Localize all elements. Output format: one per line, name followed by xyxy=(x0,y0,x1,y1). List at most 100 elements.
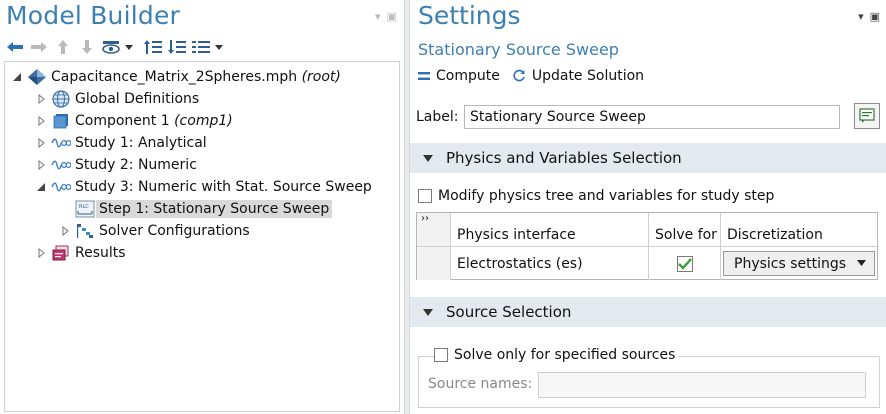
physics-variables-section-header[interactable]: Physics and Variables Selection xyxy=(410,143,886,173)
column-header-solve-for[interactable]: Solve for xyxy=(649,213,721,247)
section-collapse-triangle-icon[interactable] xyxy=(410,308,446,316)
label-input[interactable] xyxy=(464,105,840,129)
tree-item-results[interactable]: Results xyxy=(35,242,126,264)
model-builder-title: Model Builder xyxy=(6,1,181,30)
tree-item-label: Capacitance_Matrix_2Spheres.mph xyxy=(51,69,298,85)
tree-item-component-1[interactable]: Component 1 (comp1) xyxy=(35,110,233,132)
table-row-gutter[interactable] xyxy=(417,247,451,280)
tree-item-label: Solver Configurations xyxy=(99,223,250,239)
stationary-source-sweep-icon: RLC xyxy=(75,199,95,219)
tree-item-label: Study 3: Numeric with Stat. Source Sweep xyxy=(75,179,372,195)
solve-only-checkbox-row[interactable]: Solve only for specified sources xyxy=(434,347,680,363)
settings-title: Settings xyxy=(418,1,521,30)
tree-collapsed-arrow-icon[interactable] xyxy=(35,110,47,132)
tree-collapsed-arrow-icon[interactable] xyxy=(35,88,47,110)
view-menu-icon[interactable]: ▾ xyxy=(858,10,864,23)
solver-configurations-icon xyxy=(75,221,95,241)
solve-only-checkbox[interactable] xyxy=(434,348,448,362)
settings-window-controls: ▾ ▣ xyxy=(852,10,880,23)
modify-physics-checkbox[interactable] xyxy=(418,189,432,203)
tree-item-step-1-stationary-source-sweep[interactable]: RLC Step 1: Stationary Source Sweep xyxy=(59,198,333,220)
tree-collapsed-arrow-icon[interactable] xyxy=(35,242,47,264)
move-up-icon[interactable] xyxy=(52,36,74,58)
discretization-select-value: Physics settings xyxy=(734,255,847,272)
tree-item-suffix: (root) xyxy=(301,69,341,85)
label-caption: Label: xyxy=(416,109,459,125)
component-icon xyxy=(51,111,71,131)
tree-item-label: Results xyxy=(75,245,126,261)
tree-item-label: Study 2: Numeric xyxy=(75,157,197,173)
pin-icon[interactable]: ▣ xyxy=(870,10,880,23)
study-icon xyxy=(51,177,71,197)
study-icon xyxy=(51,133,71,153)
settings-panel: Settings ▾ ▣ Stationary Source Sweep Comp… xyxy=(410,0,886,414)
physics-variables-section-title: Physics and Variables Selection xyxy=(446,149,682,167)
tree-item-label: Global Definitions xyxy=(75,91,200,107)
discretization-select[interactable]: Physics settings xyxy=(723,251,875,276)
tree-item-study-3[interactable]: Study 3: Numeric with Stat. Source Sweep xyxy=(35,176,372,198)
tree-item-label: Component 1 xyxy=(75,113,170,129)
modify-physics-checkbox-row[interactable]: Modify physics tree and variables for st… xyxy=(418,188,774,204)
model-builder-toolbar xyxy=(4,36,232,58)
label-row: Label: xyxy=(416,104,880,130)
model-tree: Capacitance_Matrix_2Spheres.mph (root) G… xyxy=(4,61,400,412)
source-selection-section-title: Source Selection xyxy=(446,303,572,321)
forward-arrow-icon[interactable] xyxy=(28,36,50,58)
compute-button[interactable]: Compute xyxy=(418,68,500,84)
model-builder-window-controls: ▾ ▣ xyxy=(369,10,397,23)
model-builder-panel: Model Builder ▾ ▣ Capacitance_Matrix_2Sp… xyxy=(0,0,404,414)
source-selection-section-header[interactable]: Source Selection xyxy=(410,297,886,327)
physics-interface-table: ›› Physics interface Solve for Discretiz… xyxy=(416,212,879,280)
update-solution-label: Update Solution xyxy=(531,68,645,84)
tree-collapsed-arrow-icon[interactable] xyxy=(59,220,71,242)
note-icon xyxy=(859,108,875,123)
label-edit-button[interactable] xyxy=(854,103,880,129)
tree-collapsed-arrow-icon[interactable] xyxy=(35,154,47,176)
source-names-label: Source names: xyxy=(428,376,533,392)
tree-collapsed-arrow-icon[interactable] xyxy=(35,132,47,154)
table-cell-solve-for xyxy=(649,247,721,280)
pin-icon[interactable]: ▣ xyxy=(387,10,397,23)
solve-only-checkbox-label: Solve only for specified sources xyxy=(454,347,676,363)
tree-item-solver-configurations[interactable]: Solver Configurations xyxy=(59,220,250,242)
settings-toolbar: Compute Update Solution xyxy=(418,66,656,86)
tree-item-suffix: (comp1) xyxy=(174,113,233,129)
source-names-input[interactable] xyxy=(538,372,866,398)
settings-subtitle: Stationary Source Sweep xyxy=(418,40,619,59)
node-text-dropdown-chevron-icon[interactable] xyxy=(214,36,224,58)
table-cell-physics-interface: Electrostatics (es) xyxy=(451,247,649,280)
show-eye-icon[interactable] xyxy=(100,36,122,58)
move-down-icon[interactable] xyxy=(76,36,98,58)
back-arrow-icon[interactable] xyxy=(4,36,26,58)
study-icon xyxy=(51,155,71,175)
checkmark-icon xyxy=(677,257,692,270)
tree-expanded-arrow-icon[interactable] xyxy=(11,66,23,88)
section-collapse-triangle-icon[interactable] xyxy=(410,154,446,162)
root-model-icon xyxy=(27,67,47,87)
compute-label: Compute xyxy=(436,68,500,84)
update-solution-button[interactable]: Update Solution xyxy=(512,68,644,84)
globe-icon xyxy=(51,89,71,109)
model-tree-node-text-icon[interactable] xyxy=(190,36,212,58)
results-icon xyxy=(51,243,71,263)
tree-item-label: Step 1: Stationary Source Sweep xyxy=(99,201,330,217)
tree-item-study-1[interactable]: Study 1: Analytical xyxy=(35,132,207,154)
tree-item-global-definitions[interactable]: Global Definitions xyxy=(35,88,199,110)
chevron-down-icon xyxy=(857,260,866,266)
modify-physics-checkbox-label: Modify physics tree and variables for st… xyxy=(438,188,775,204)
solve-for-checkbox[interactable] xyxy=(676,255,693,272)
column-header-physics-interface[interactable]: Physics interface xyxy=(451,213,649,247)
tree-item-label: Study 1: Analytical xyxy=(75,135,207,151)
compute-icon xyxy=(418,72,430,80)
column-header-discretization[interactable]: Discretization xyxy=(721,213,879,247)
expand-all-icon[interactable] xyxy=(166,36,188,58)
table-gutter-header[interactable]: ›› xyxy=(417,213,451,247)
tree-expanded-arrow-icon[interactable] xyxy=(35,176,47,198)
show-dropdown-chevron-icon[interactable] xyxy=(124,36,134,58)
tree-item-root[interactable]: Capacitance_Matrix_2Spheres.mph (root) xyxy=(11,66,341,88)
collapse-all-icon[interactable] xyxy=(142,36,164,58)
tree-item-study-2[interactable]: Study 2: Numeric xyxy=(35,154,197,176)
refresh-icon xyxy=(513,69,525,82)
svg-text:RLC: RLC xyxy=(79,204,89,210)
view-menu-icon[interactable]: ▾ xyxy=(375,10,381,23)
